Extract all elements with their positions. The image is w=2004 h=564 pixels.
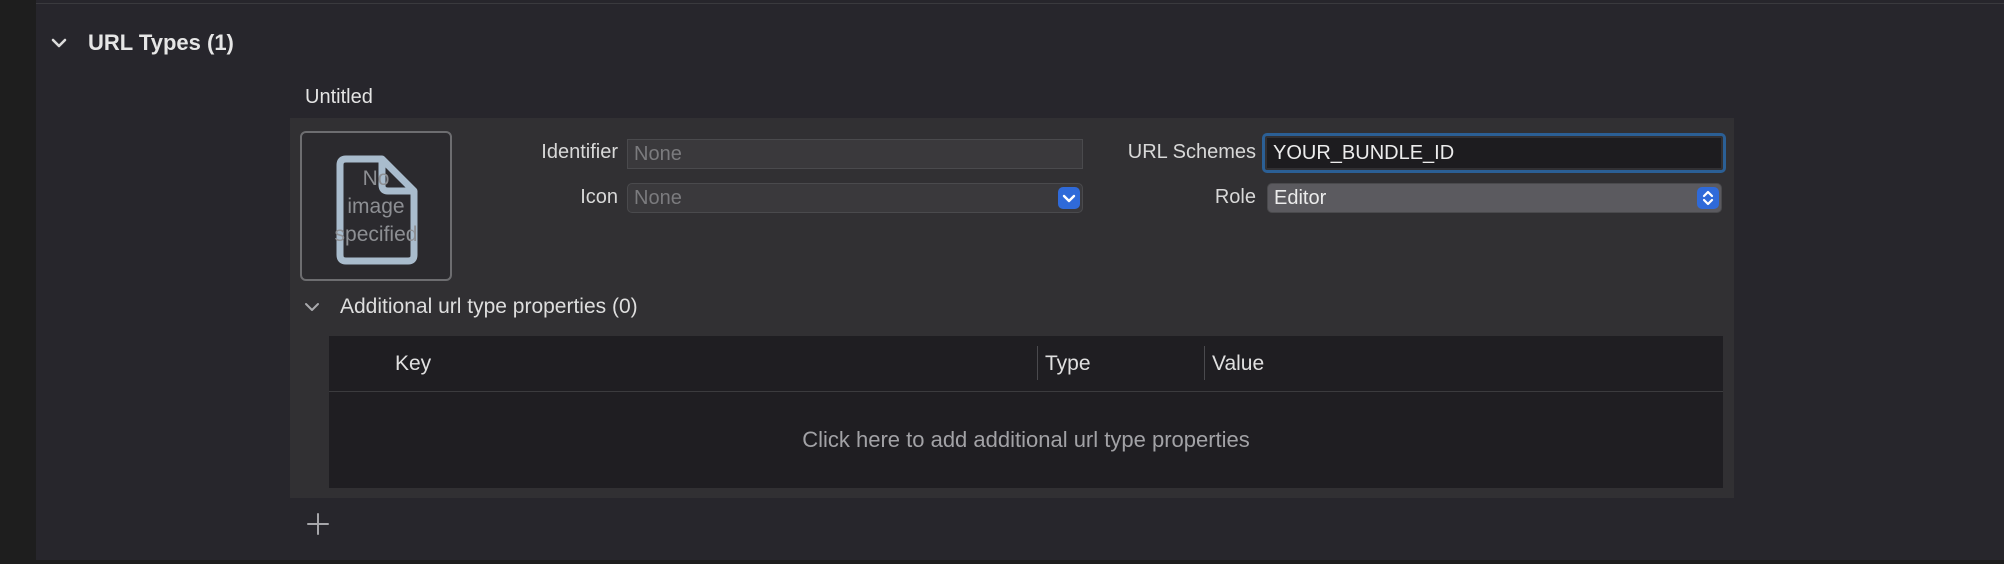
additional-properties-table: Key Type Value Click here to add additio… [329, 336, 1723, 488]
icon-label: Icon [580, 186, 618, 208]
icon-popup-value: None [634, 187, 682, 209]
role-popup-value: Editor [1274, 187, 1327, 209]
additional-properties-disclosure[interactable]: Additional url type properties (0) [302, 292, 638, 322]
url-types-disclosure[interactable]: URL Types (1) [48, 26, 234, 60]
additional-properties-title: Additional url type properties (0) [340, 295, 638, 318]
chevron-down-icon [51, 38, 67, 48]
url-schemes-field[interactable] [1267, 138, 1721, 168]
no-image-text: No image specified [334, 167, 418, 246]
role-popup[interactable]: Editor [1267, 183, 1722, 213]
identifier-label: Identifier [541, 141, 618, 163]
column-separator[interactable] [1204, 346, 1205, 380]
popup-stepper-button[interactable] [1697, 187, 1719, 209]
column-header-key[interactable]: Key [395, 336, 431, 391]
add-url-type-button[interactable] [305, 511, 331, 537]
table-header: Key Type Value [329, 336, 1723, 392]
role-label: Role [1214, 186, 1256, 208]
popup-chevron-button[interactable] [1058, 187, 1080, 209]
add-property-placeholder[interactable]: Click here to add additional url type pr… [329, 392, 1723, 488]
up-down-chevron-icon [1702, 190, 1714, 206]
section-title: URL Types (1) [88, 30, 234, 55]
column-separator[interactable] [1037, 346, 1038, 380]
column-header-type[interactable]: Type [1045, 336, 1091, 391]
chevron-down-icon [305, 303, 319, 311]
top-divider [36, 3, 2004, 4]
identifier-field[interactable] [627, 139, 1083, 169]
image-well[interactable]: No image specified [300, 131, 452, 281]
url-types-editor: URL Types (1) Untitled No image specifie… [0, 0, 2004, 564]
url-type-title: Untitled [305, 86, 373, 108]
chevron-down-icon [1062, 194, 1076, 203]
icon-popup[interactable]: None [627, 183, 1083, 213]
plus-icon [307, 513, 329, 535]
url-schemes-label: URL Schemes [1127, 141, 1256, 163]
column-header-value[interactable]: Value [1212, 336, 1264, 391]
